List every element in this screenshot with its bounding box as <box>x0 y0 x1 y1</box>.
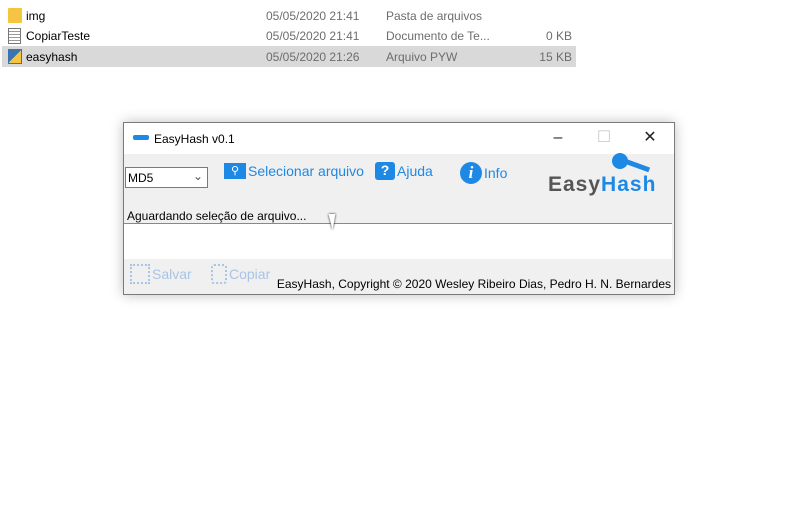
hash-output-field[interactable] <box>124 223 672 259</box>
status-label: Aguardando seleção de arquivo... <box>127 209 307 223</box>
info-icon: i <box>460 162 482 184</box>
help-button[interactable]: ? Ajuda <box>375 162 433 180</box>
python-file-icon <box>8 49 22 64</box>
chevron-down-icon: ⌄ <box>192 169 203 183</box>
copy-button[interactable]: Copiar <box>211 264 270 284</box>
text-document-icon <box>8 28 21 44</box>
maximize-button[interactable]: ☐ <box>581 127 627 151</box>
copyright-label: EasyHash, Copyright © 2020 Wesley Ribeir… <box>276 277 671 291</box>
select-file-button[interactable]: ⚲ Selecionar arquivo <box>224 163 364 179</box>
app-icon <box>133 135 149 140</box>
window-title: EasyHash v0.1 <box>154 132 235 146</box>
close-button[interactable]: ✕ <box>627 127 673 151</box>
file-row-easyhash[interactable]: easyhash 05/05/2020 21:26 Arquivo PYW 15… <box>2 46 576 67</box>
help-chat-icon: ? <box>375 162 395 180</box>
file-row-copiarteste[interactable]: CopiarTeste 05/05/2020 21:41 Documento d… <box>2 25 576 46</box>
info-button[interactable]: i Info <box>460 162 507 184</box>
save-button[interactable]: Salvar <box>130 264 192 284</box>
title-bar: EasyHash v0.1 – ☐ ✕ <box>124 123 674 154</box>
folder-search-icon: ⚲ <box>224 163 246 179</box>
file-row-img[interactable]: img 05/05/2020 21:41 Pasta de arquivos <box>2 5 576 26</box>
folder-icon <box>8 8 22 23</box>
copy-document-icon <box>211 264 227 284</box>
easyhash-window: EasyHash v0.1 – ☐ ✕ MD5 ⌄ ⚲ Selecionar ar… <box>123 122 675 295</box>
floppy-disk-icon <box>130 264 150 284</box>
minimize-button[interactable]: – <box>535 127 581 151</box>
easyhash-logo: EasyHash <box>548 153 656 197</box>
algorithm-select[interactable]: MD5 ⌄ <box>125 167 208 188</box>
